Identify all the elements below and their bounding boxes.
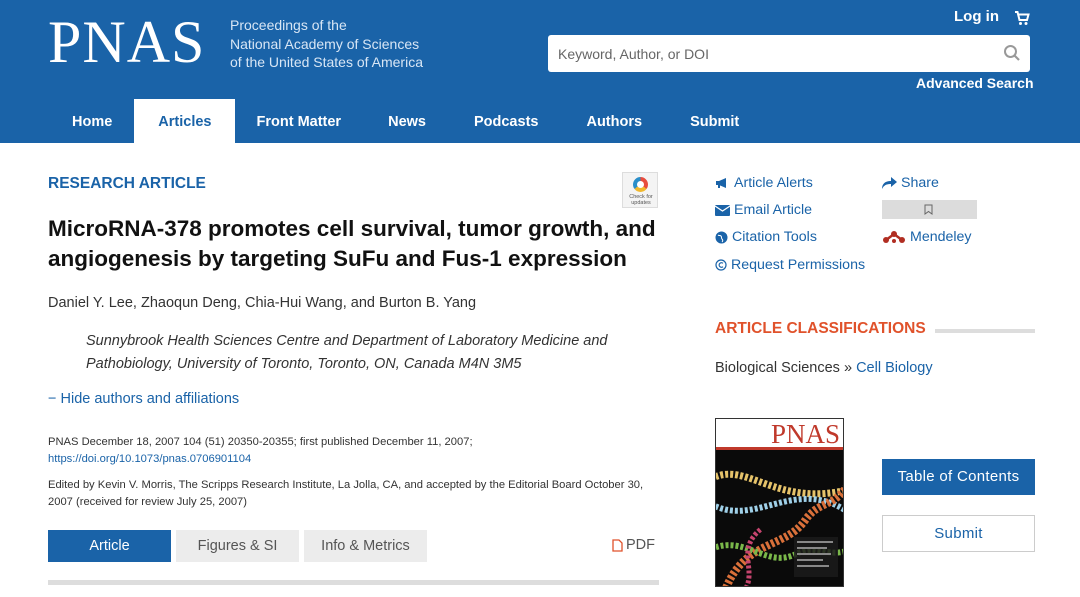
cover-pnas-logo: PNAS: [770, 419, 840, 449]
journal-tagline: Proceedings of the National Academy of S…: [230, 16, 423, 72]
mendeley-label: Mendeley: [910, 229, 972, 245]
request-permissions-link[interactable]: Request Permissions: [715, 257, 865, 273]
mendeley-link[interactable]: Mendeley: [882, 229, 972, 245]
check-for-updates-badge[interactable]: Check for updates: [622, 172, 658, 208]
classifications-heading: ARTICLE CLASSIFICATIONS: [715, 320, 926, 337]
publication-citation: PNAS December 18, 2007 104 (51) 20350-20…: [48, 436, 473, 448]
request-permissions-label: Request Permissions: [731, 257, 866, 273]
crossmark-icon: [633, 177, 648, 192]
globe-icon: [715, 231, 728, 243]
pdf-label: PDF: [626, 537, 655, 553]
email-article-link[interactable]: Email Article: [715, 202, 812, 218]
publication-info: PNAS December 18, 2007 104 (51) 20350-20…: [48, 434, 473, 468]
pdf-link[interactable]: PDF: [612, 537, 655, 553]
tagline-line-2: National Academy of Sciences: [230, 35, 420, 52]
share-arrow-icon: [882, 177, 897, 189]
share-label: Share: [901, 175, 939, 191]
nav-item-news[interactable]: News: [363, 99, 450, 143]
nav-item-home[interactable]: Home: [48, 99, 134, 143]
editor-note: Edited by Kevin V. Morris, The Scripps R…: [48, 479, 644, 508]
envelope-icon: [715, 204, 730, 216]
tagline-line-3: of the United States of America: [230, 54, 423, 70]
article-authors: Daniel Y. Lee, Zhaoqun Deng, Chia-Hui Wa…: [48, 295, 477, 311]
tab-figures-si[interactable]: Figures & SI: [176, 530, 299, 562]
pdf-icon: [612, 538, 623, 552]
search-icon[interactable]: [1003, 44, 1021, 62]
share-link[interactable]: Share: [882, 175, 939, 191]
cart-icon[interactable]: [1014, 10, 1030, 26]
author-affiliation: Sunnybrook Health Sciences Centre and De…: [86, 333, 608, 372]
mendeley-icon: [883, 231, 905, 243]
hide-authors-link[interactable]: − Hide authors and affiliations: [48, 391, 239, 407]
table-of-contents-button[interactable]: Table of Contents: [882, 459, 1035, 495]
advanced-search-link[interactable]: Advanced Search: [916, 75, 1034, 91]
nav-item-submit[interactable]: Submit: [666, 99, 763, 143]
tab-article[interactable]: Article: [48, 530, 171, 562]
search-input[interactable]: [548, 35, 1030, 72]
nav-item-podcasts[interactable]: Podcasts: [450, 99, 562, 143]
submit-button[interactable]: Submit: [882, 515, 1035, 552]
classification-area: Biological Sciences: [715, 360, 840, 376]
article-title: MicroRNA-378 promotes cell survival, tum…: [48, 216, 656, 271]
article-alerts-link[interactable]: Article Alerts: [715, 175, 813, 191]
classification-separator: »: [839, 360, 857, 376]
article-alerts-label: Article Alerts: [734, 175, 813, 191]
main-nav: Home Articles Front Matter News Podcasts…: [48, 99, 763, 143]
doi-link[interactable]: https://doi.org/10.1073/pnas.0706901104: [48, 451, 473, 468]
nav-item-articles[interactable]: Articles: [134, 99, 235, 143]
journal-cover-image[interactable]: PNAS: [715, 418, 844, 587]
classifications-divider: [935, 329, 1035, 333]
citation-tools-label: Citation Tools: [732, 229, 817, 245]
article-tabs: Article Figures & SI Info & Metrics: [48, 530, 427, 562]
email-article-label: Email Article: [734, 202, 813, 218]
nav-item-front-matter[interactable]: Front Matter: [235, 99, 364, 143]
login-link[interactable]: Log in: [954, 8, 999, 25]
article-type: RESEARCH ARTICLE: [48, 175, 206, 192]
classification-value: Biological Sciences » Cell Biology: [715, 360, 933, 376]
tab-info-metrics[interactable]: Info & Metrics: [304, 530, 427, 562]
cell-biology-link[interactable]: Cell Biology: [856, 360, 933, 376]
megaphone-icon: [716, 178, 726, 188]
tagline-line-1: Proceedings of the: [230, 17, 347, 33]
tabs-divider: [48, 580, 659, 585]
citation-tools-link[interactable]: Citation Tools: [715, 229, 817, 245]
check-updates-text: Check for updates: [629, 194, 653, 206]
bookmark-icon: [924, 204, 933, 215]
copyright-icon: [715, 259, 727, 271]
pnas-logo[interactable]: PNAS: [48, 10, 205, 74]
nav-item-authors[interactable]: Authors: [562, 99, 666, 143]
bookmark-button[interactable]: [882, 200, 977, 219]
site-header: PNAS Proceedings of the National Academy…: [0, 0, 1080, 143]
